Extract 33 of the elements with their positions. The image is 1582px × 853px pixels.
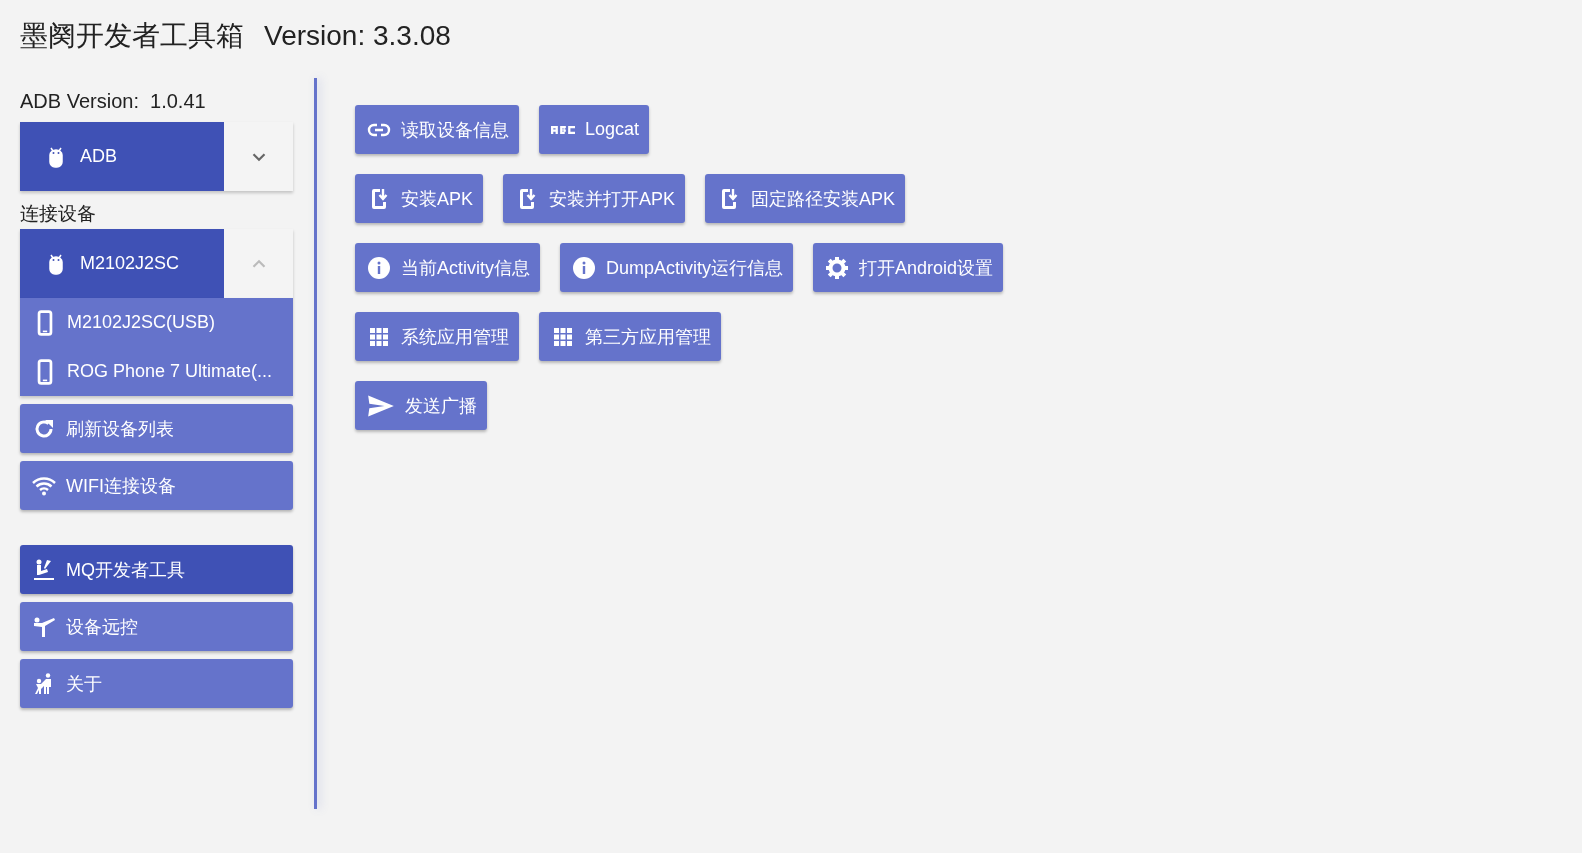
nav-item[interactable]: 关于 [20,659,293,708]
abc-icon [551,125,575,134]
adb-select[interactable]: ADB [20,122,224,191]
info-icon [367,255,391,280]
sidebar-button[interactable]: 刷新设备列表 [20,404,293,453]
phone-icon [37,358,53,385]
nav-item[interactable]: 设备远控 [20,602,293,651]
tool-button[interactable]: 打开Android设置 [813,243,1004,292]
tool-button[interactable]: 安装并打开APK [503,174,686,223]
device-option[interactable]: M2102J2SC(USB) [20,298,293,347]
rower-icon [32,557,56,582]
device-option[interactable]: ROG Phone 7 Ultimate(... [20,347,293,396]
tool-button[interactable]: 固定路径安装APK [705,174,906,223]
tool-button[interactable]: 系统应用管理 [355,312,519,361]
adb-version-text: ADB Version: 1.0.41 [20,89,207,114]
tool-button[interactable]: Logcat [539,105,650,154]
phone-icon [37,309,53,336]
dropdown-toggle[interactable] [224,122,293,191]
sidebar-button[interactable]: WIFI连接设备 [20,461,293,510]
tool-button[interactable]: 安装APK [355,174,484,223]
info-icon [572,255,596,280]
tool-button[interactable]: 读取设备信息 [355,105,519,154]
device-select[interactable]: M2102J2SC [20,229,224,298]
tool-button[interactable]: 发送广播 [355,381,487,430]
app-title: 墨阕开发者工具箱 [20,19,244,53]
dropdown-toggle[interactable] [224,229,293,298]
nav-item[interactable]: MQ开发者工具 [20,545,293,594]
settings-icon [825,255,850,280]
tool-button[interactable]: DumpActivity运行信息 [560,243,794,292]
version-text: Version: 3.3.08 [264,20,451,52]
tool-button[interactable]: 当前Activity信息 [355,243,540,292]
section-label: 连接设备 [20,202,97,226]
tool-button[interactable]: 第三方应用管理 [539,312,721,361]
